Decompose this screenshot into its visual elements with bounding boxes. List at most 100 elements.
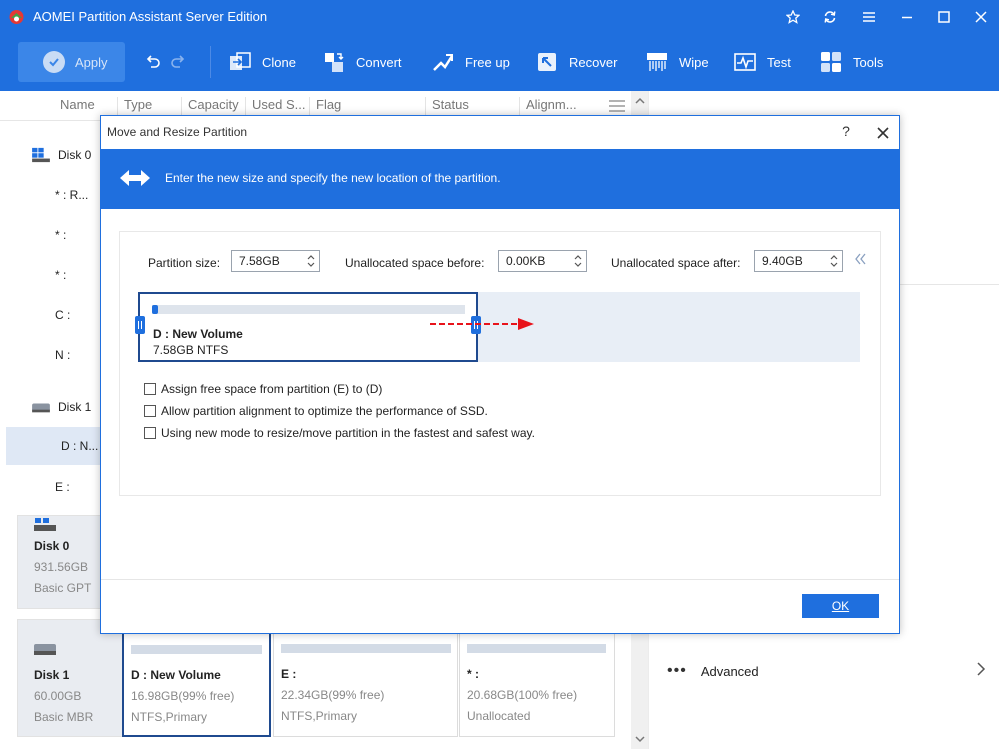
advanced-label: Advanced	[700, 663, 759, 679]
disk-1-card[interactable]: Disk 1 60.00GB Basic MBR	[17, 619, 123, 737]
disk-icon	[32, 403, 50, 413]
tree-partition-selected[interactable]: D : N...	[6, 427, 101, 465]
close-dialog-icon[interactable]	[874, 124, 892, 142]
test-button[interactable]: Test	[733, 48, 791, 76]
convert-button[interactable]: Convert	[322, 48, 402, 76]
close-window-icon[interactable]	[969, 6, 993, 28]
partition-size-value: 7.58GB	[239, 254, 280, 268]
tools-icon	[819, 50, 843, 74]
checkbox[interactable]	[144, 383, 156, 395]
partition-name: D : New Volume	[131, 668, 221, 682]
column-type[interactable]: Type	[117, 97, 181, 115]
refresh-icon[interactable]	[818, 6, 842, 28]
disk-name: Disk 1	[34, 668, 70, 682]
toolbar-divider	[210, 46, 211, 78]
partition-card-unallocated[interactable]: * : 20.68GB(100% free) Unallocated	[459, 629, 615, 737]
partition-fs: NTFS,Primary	[281, 709, 357, 723]
disk-style: Basic GPT	[34, 581, 92, 595]
help-icon[interactable]: ?	[837, 123, 855, 141]
resize-arrows-icon	[120, 170, 150, 186]
app-header: AOMEI Partition Assistant Server Edition…	[0, 0, 999, 91]
disk-style: Basic MBR	[34, 710, 94, 724]
partition-fs: Unallocated	[467, 709, 531, 723]
option-assign-free-space[interactable]: Assign free space from partition (E) to …	[144, 380, 382, 398]
advanced-menu-item[interactable]: ••• Advanced	[667, 661, 992, 681]
scroll-up-icon[interactable]	[635, 96, 645, 106]
checkmark-icon	[43, 51, 65, 73]
unallocated-after-label: Unallocated space after:	[611, 256, 741, 270]
free-up-button[interactable]: Free up	[431, 48, 510, 76]
spinner-arrows-icon[interactable]	[572, 253, 584, 269]
banner-instruction: Enter the new size and specify the new l…	[165, 171, 501, 185]
wipe-icon	[645, 50, 669, 74]
usage-track	[152, 305, 465, 314]
dialog-title: Move and Resize Partition	[107, 125, 248, 139]
app-logo-icon	[9, 10, 24, 24]
drag-direction-arrow-icon	[430, 318, 534, 330]
column-used-space[interactable]: Used S...	[245, 97, 309, 115]
unallocated-after-value: 9.40GB	[762, 254, 803, 268]
move-resize-dialog: Move and Resize Partition ? Enter the ne…	[100, 115, 900, 634]
apply-button[interactable]: Apply	[18, 42, 125, 82]
tree-partition-label: D : N...	[61, 439, 99, 453]
tree-partition-label: N :	[55, 348, 71, 362]
partition-usage-bar	[131, 645, 262, 654]
column-alignment[interactable]: Alignm...	[519, 97, 583, 115]
column-status[interactable]: Status	[425, 97, 519, 115]
toolbar: Apply Clone Convert Free up Recover Wipe	[0, 34, 999, 91]
option-label: Allow partition alignment to optimize th…	[161, 404, 488, 418]
free-up-label: Free up	[465, 54, 510, 70]
disk-icon	[32, 147, 50, 163]
column-name[interactable]: Name	[54, 97, 118, 115]
checkbox[interactable]	[144, 427, 156, 439]
clone-button[interactable]: Clone	[228, 48, 296, 76]
partition-card-e[interactable]: E : 22.34GB(99% free) NTFS,Primary	[273, 629, 458, 737]
tree-partition-label: * :	[55, 228, 67, 242]
partition-usage-bar	[281, 644, 451, 653]
unallocated-before-value: 0.00KB	[506, 254, 546, 268]
recover-label: Recover	[569, 54, 618, 70]
spinner-arrows-icon[interactable]	[828, 253, 840, 269]
recover-icon	[535, 50, 559, 74]
double-chevron-left-icon[interactable]	[854, 252, 866, 266]
option-ssd-alignment[interactable]: Allow partition alignment to optimize th…	[144, 402, 488, 420]
resize-partition-name: D : New Volume	[153, 327, 243, 341]
dialog-footer-divider	[101, 579, 899, 580]
minimize-icon[interactable]	[895, 6, 919, 28]
clone-icon	[228, 50, 252, 74]
option-new-mode[interactable]: Using new mode to resize/move partition …	[144, 424, 535, 442]
unallocated-after-input[interactable]: 9.40GB	[754, 250, 843, 272]
partition-size-input[interactable]: 7.58GB	[231, 250, 320, 272]
wipe-button[interactable]: Wipe	[645, 48, 709, 76]
wipe-label: Wipe	[679, 54, 709, 70]
scroll-down-icon[interactable]	[635, 734, 645, 744]
partition-card-d[interactable]: D : New Volume 16.98GB(99% free) NTFS,Pr…	[122, 629, 271, 737]
column-settings-icon[interactable]	[608, 99, 626, 113]
tree-disk-label: Disk 1	[58, 400, 92, 414]
tools-button[interactable]: Tools	[819, 48, 883, 76]
menu-icon[interactable]	[857, 6, 881, 28]
column-flag[interactable]: Flag	[309, 97, 425, 115]
partition-usage-bar	[467, 644, 606, 653]
recover-button[interactable]: Recover	[535, 48, 617, 76]
chevron-right-icon	[977, 662, 986, 676]
checkbox[interactable]	[144, 405, 156, 417]
apply-label: Apply	[75, 54, 108, 70]
left-resize-handle[interactable]	[135, 316, 145, 334]
free-up-icon	[431, 50, 455, 74]
tree-partition-label: C :	[55, 308, 71, 322]
partition-fs: NTFS,Primary	[131, 710, 207, 724]
undo-icon[interactable]	[145, 54, 161, 70]
favorite-star-icon[interactable]	[781, 6, 805, 28]
title-bar: AOMEI Partition Assistant Server Edition	[0, 0, 999, 34]
tree-partition-label: * :	[55, 268, 67, 282]
redo-icon[interactable]	[170, 54, 186, 70]
spinner-arrows-icon[interactable]	[305, 253, 317, 269]
tree-partition-label: E :	[55, 480, 70, 494]
resizable-partition-block[interactable]: D : New Volume 7.58GB NTFS	[138, 292, 478, 362]
maximize-icon[interactable]	[932, 6, 956, 28]
tree-partition-label: * : R...	[55, 188, 89, 202]
unallocated-before-input[interactable]: 0.00KB	[498, 250, 587, 272]
ok-button[interactable]: OK	[802, 594, 879, 618]
column-capacity[interactable]: Capacity	[181, 97, 245, 115]
